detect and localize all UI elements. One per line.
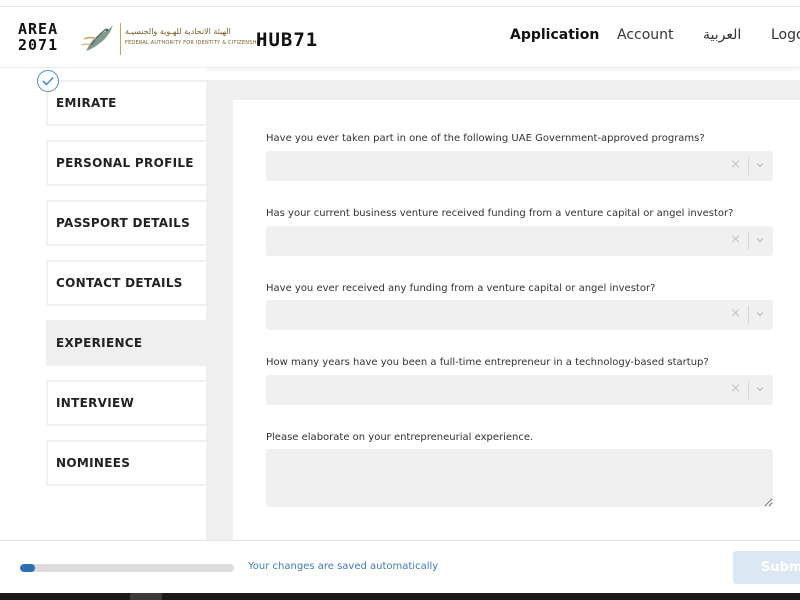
top-header: AREA 2071 الهيئة الاتحادية للهـوية والجن… <box>0 6 800 68</box>
step-interview[interactable]: INTERVIEW <box>46 380 206 426</box>
any-funding-select[interactable]: × <box>266 300 773 330</box>
area-2071-logo[interactable]: AREA 2071 <box>18 21 60 61</box>
step-label: NOMINEES <box>56 456 131 470</box>
step-contact-details[interactable]: CONTACT DETAILS <box>46 260 206 306</box>
step-personal-profile[interactable]: PERSONAL PROFILE <box>46 140 206 186</box>
step-label: EXPERIENCE <box>56 336 143 350</box>
years-entrepreneur-select[interactable]: × <box>266 375 773 405</box>
area-logo-line1: AREA <box>18 20 59 38</box>
step-passport-details[interactable]: PASSPORT DETAILS <box>46 200 206 246</box>
elaborate-experience-textarea[interactable] <box>266 449 773 507</box>
chevron-down-icon[interactable] <box>755 384 765 394</box>
chevron-down-icon[interactable] <box>755 160 765 170</box>
step-label: PERSONAL PROFILE <box>56 156 194 170</box>
footer-bar: Your changes are saved automatically Sub… <box>0 540 800 593</box>
step-label: PASSPORT DETAILS <box>56 216 191 230</box>
chevron-down-icon[interactable] <box>755 309 765 319</box>
clear-icon[interactable]: × <box>730 307 741 321</box>
progress-fill <box>20 564 35 572</box>
chevron-down-icon[interactable] <box>755 235 765 245</box>
step-completed-check-icon <box>37 70 59 92</box>
question-years-entrepreneur-label: How many years have you been a full-time… <box>266 357 709 368</box>
ica-arabic-name: الهيئة الاتحادية للهـوية والجنسيـة <box>125 27 231 36</box>
question-any-funding-label: Have you ever received any funding from … <box>266 283 656 294</box>
gov-programs-select[interactable]: × <box>266 151 773 181</box>
hub71-logo[interactable]: HUB71 <box>256 29 318 51</box>
nav-account[interactable]: Account <box>617 27 674 43</box>
taskbar-button[interactable] <box>130 593 162 600</box>
current-venture-funding-select[interactable]: × <box>266 226 773 256</box>
select-separator <box>748 157 749 175</box>
step-nominees[interactable]: NOMINEES <box>46 440 206 486</box>
area-logo-line2: 2071 <box>18 36 59 54</box>
falcon-emblem-icon <box>81 25 113 51</box>
nav-logout[interactable]: Logout <box>771 27 800 43</box>
elaborate-experience-label: Please elaborate on your entrepreneurial… <box>266 432 534 443</box>
step-label: CONTACT DETAILS <box>56 276 183 290</box>
nav-application[interactable]: Application <box>510 27 599 43</box>
application-progress-bar <box>20 564 234 572</box>
ica-divider <box>120 23 121 55</box>
submit-button[interactable]: Submit <box>733 551 800 584</box>
autosave-status: Your changes are saved automatically <box>248 561 439 572</box>
clear-icon[interactable]: × <box>730 158 741 172</box>
step-label: EMIRATE <box>56 96 117 110</box>
select-separator <box>748 232 749 250</box>
step-experience[interactable]: EXPERIENCE <box>46 320 206 366</box>
step-emirate[interactable]: EMIRATE <box>46 80 206 126</box>
step-label: INTERVIEW <box>56 396 135 410</box>
ica-english-name: FEDERAL AUTHORITY FOR IDENTITY & CITIZEN… <box>125 40 262 46</box>
select-separator <box>748 306 749 324</box>
checkmark-icon <box>42 76 54 86</box>
clear-icon[interactable]: × <box>730 233 741 247</box>
ica-logo[interactable]: الهيئة الاتحادية للهـوية والجنسيـة FEDER… <box>80 19 261 59</box>
clear-icon[interactable]: × <box>730 382 741 396</box>
question-current-venture-funding-label: Has your current business venture receiv… <box>266 208 734 219</box>
question-gov-programs-label: Have you ever taken part in one of the f… <box>266 133 705 144</box>
os-taskbar <box>0 593 800 600</box>
select-separator <box>748 381 749 399</box>
nav-arabic-language[interactable]: العربية <box>703 27 741 43</box>
